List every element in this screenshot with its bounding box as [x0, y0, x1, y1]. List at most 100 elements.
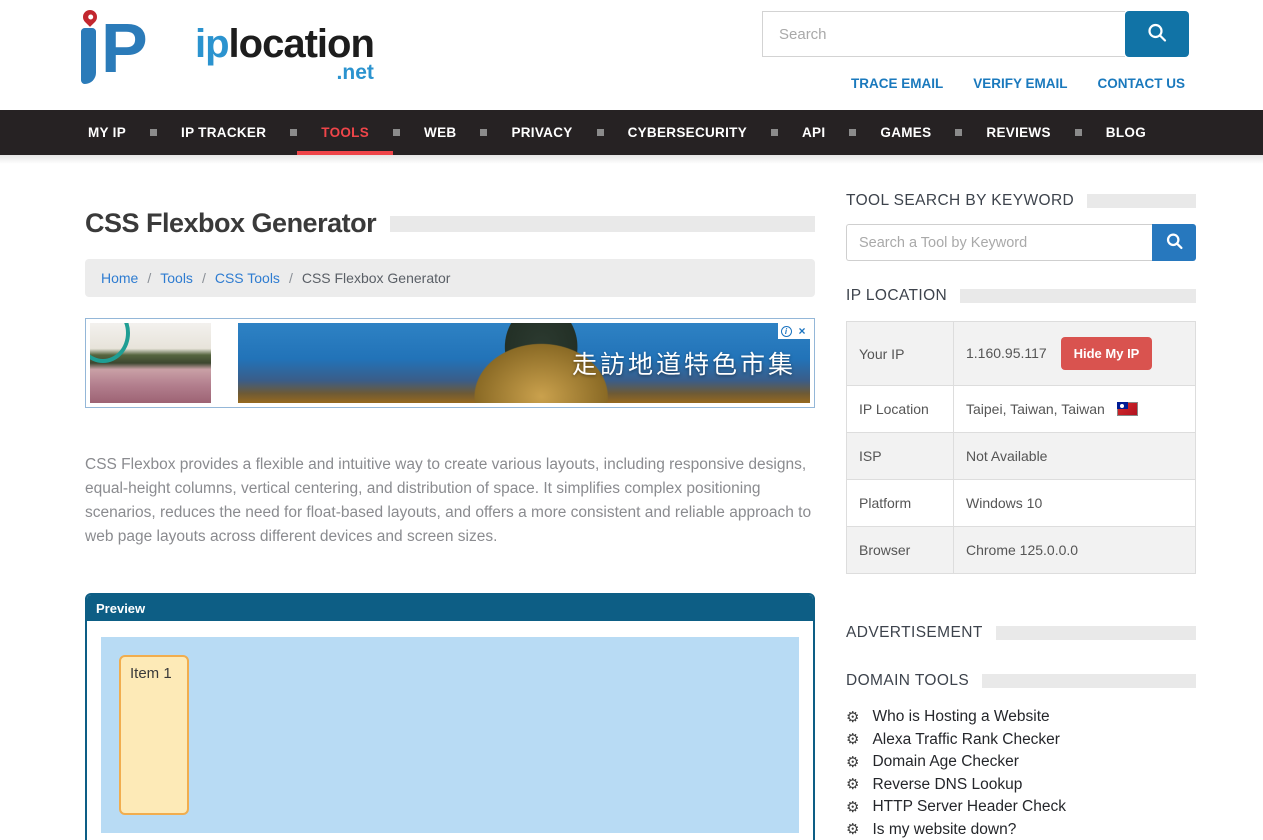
advertisement-heading-row: ADVERTISEMENT: [846, 624, 1196, 642]
gear-icon: ⚙: [846, 755, 859, 770]
breadcrumb-current: CSS Flexbox Generator: [302, 270, 451, 286]
logo-icon: P: [75, 8, 193, 86]
ip-location-value: Taipei, Taiwan, Taiwan: [966, 401, 1105, 417]
hide-my-ip-button[interactable]: Hide My IP: [1061, 337, 1153, 370]
breadcrumb-tools[interactable]: Tools: [160, 270, 193, 286]
search-icon: [1165, 232, 1184, 254]
ad-banner[interactable]: 走訪地道特色市集 i ×: [85, 318, 815, 408]
ad-image-right[interactable]: 走訪地道特色市集 i ×: [238, 323, 810, 403]
domain-tool-http-header[interactable]: ⚙ HTTP Server Header Check: [846, 796, 1196, 819]
ad-info-icon[interactable]: i: [778, 323, 794, 339]
header-links: TRACE EMAIL VERIFY EMAIL CONTACT US: [851, 76, 1185, 91]
ad-close-icon[interactable]: ×: [794, 323, 810, 339]
header-search-input[interactable]: [762, 11, 1125, 57]
nav-item-cybersecurity[interactable]: CYBERSECURITY: [604, 110, 771, 155]
nav-item-blog[interactable]: BLOG: [1082, 110, 1170, 155]
gear-icon: ⚙: [846, 710, 859, 725]
preview-panel: Preview Item 1: [85, 593, 815, 840]
logo-letter-p: P: [101, 12, 146, 84]
domain-tool-reverse-dns[interactable]: ⚙ Reverse DNS Lookup: [846, 774, 1196, 797]
ad-image-left[interactable]: [90, 323, 211, 403]
nav-separator: [1075, 129, 1082, 136]
breadcrumb-css-tools[interactable]: CSS Tools: [215, 270, 280, 286]
breadcrumb-home[interactable]: Home: [101, 270, 138, 286]
table-row: Browser Chrome 125.0.0.0: [847, 527, 1196, 574]
domain-tools-heading-row: DOMAIN TOOLS: [846, 672, 1196, 690]
nav-item-my-ip[interactable]: MY IP: [64, 110, 150, 155]
nav-separator: [480, 129, 487, 136]
domain-tool-website-down[interactable]: ⚙ Is my website down?: [846, 819, 1196, 840]
flexbox-preview-item[interactable]: Item 1: [119, 655, 189, 815]
row-value-cell: Taipei, Taiwan, Taiwan: [954, 386, 1196, 433]
gear-icon: ⚙: [846, 732, 859, 747]
nav-item-web[interactable]: WEB: [400, 110, 480, 155]
tool-search-input[interactable]: [846, 224, 1152, 261]
preview-panel-body: Item 1: [87, 621, 813, 840]
tool-search-button[interactable]: [1152, 224, 1196, 261]
row-value-cell: 1.160.95.117 Hide My IP: [954, 322, 1196, 386]
gear-icon: ⚙: [846, 777, 859, 792]
domain-tool-domain-age[interactable]: ⚙ Domain Age Checker: [846, 751, 1196, 774]
logo-letter-i: [81, 28, 96, 84]
header-search: [762, 11, 1189, 57]
browser-value: Chrome 125.0.0.0: [954, 527, 1196, 574]
ad-caption: 走訪地道特色市集: [572, 345, 796, 381]
nav-item-privacy[interactable]: PRIVACY: [487, 110, 596, 155]
title-decorative-bar: [390, 216, 815, 232]
heading-decorative-bar: [996, 626, 1196, 640]
nav-separator: [290, 129, 297, 136]
breadcrumb-separator: /: [202, 270, 206, 286]
nav-separator: [597, 129, 604, 136]
nav-item-ip-tracker[interactable]: IP TRACKER: [157, 110, 290, 155]
breadcrumb-separator: /: [147, 270, 151, 286]
gear-icon: ⚙: [846, 822, 859, 837]
platform-value: Windows 10: [954, 480, 1196, 527]
row-label: IP Location: [847, 386, 954, 433]
table-row: ISP Not Available: [847, 433, 1196, 480]
table-row: IP Location Taipei, Taiwan, Taiwan: [847, 386, 1196, 433]
tool-search-heading: TOOL SEARCH BY KEYWORD: [846, 192, 1074, 210]
ip-address-value: 1.160.95.117: [966, 345, 1047, 361]
trace-email-link[interactable]: TRACE EMAIL: [851, 76, 943, 91]
breadcrumb: Home / Tools / CSS Tools / CSS Flexbox G…: [85, 259, 815, 297]
heading-decorative-bar: [960, 289, 1196, 303]
nav-item-reviews[interactable]: REVIEWS: [962, 110, 1074, 155]
logo-name-prefix: ip: [195, 22, 229, 66]
preview-panel-header: Preview: [87, 595, 813, 621]
advertisement-heading: ADVERTISEMENT: [846, 624, 983, 642]
taiwan-flag-icon: [1117, 402, 1138, 416]
nav-item-tools[interactable]: TOOLS: [297, 110, 393, 155]
main-column: CSS Flexbox Generator Home / Tools / CSS…: [85, 192, 815, 840]
domain-tool-alexa-rank[interactable]: ⚙ Alexa Traffic Rank Checker: [846, 729, 1196, 752]
search-icon: [1146, 22, 1168, 47]
flexbox-preview-container: Item 1: [101, 637, 799, 833]
isp-value: Not Available: [954, 433, 1196, 480]
nav-separator: [955, 129, 962, 136]
domain-tool-who-is-hosting[interactable]: ⚙ Who is Hosting a Website: [846, 706, 1196, 729]
site-header: P iplocation .net TRACE EMAIL VERIFY EMA…: [0, 0, 1263, 110]
table-row: Platform Windows 10: [847, 480, 1196, 527]
row-label: Platform: [847, 480, 954, 527]
nav-item-api[interactable]: API: [778, 110, 849, 155]
tool-description: CSS Flexbox provides a flexible and intu…: [85, 453, 815, 549]
ip-location-heading: IP LOCATION: [846, 287, 947, 305]
domain-tools-list: ⚙ Who is Hosting a Website ⚙ Alexa Traff…: [846, 706, 1196, 840]
nav-separator: [849, 129, 856, 136]
contact-us-link[interactable]: CONTACT US: [1098, 76, 1186, 91]
tool-search: [846, 224, 1196, 261]
heading-decorative-bar: [982, 674, 1196, 688]
header-search-button[interactable]: [1125, 11, 1189, 57]
ip-location-heading-row: IP LOCATION: [846, 287, 1196, 305]
row-label: Browser: [847, 527, 954, 574]
sidebar: TOOL SEARCH BY KEYWORD IP LOCATION Your …: [846, 192, 1196, 840]
nav-separator: [393, 129, 400, 136]
row-label: ISP: [847, 433, 954, 480]
site-logo[interactable]: P iplocation .net: [75, 8, 374, 86]
verify-email-link[interactable]: VERIFY EMAIL: [973, 76, 1067, 91]
heading-decorative-bar: [1087, 194, 1196, 208]
nav-item-games[interactable]: GAMES: [856, 110, 955, 155]
main-nav: MY IP IP TRACKER TOOLS WEB PRIVACY CYBER…: [0, 110, 1263, 155]
row-label: Your IP: [847, 322, 954, 386]
tool-search-heading-row: TOOL SEARCH BY KEYWORD: [846, 192, 1196, 210]
ip-location-table: Your IP 1.160.95.117 Hide My IP IP Locat…: [846, 321, 1196, 574]
